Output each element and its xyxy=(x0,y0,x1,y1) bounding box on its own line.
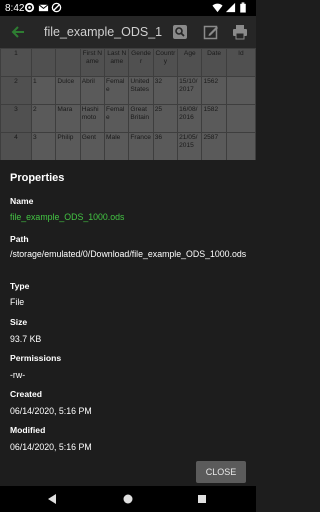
table-cell xyxy=(225,104,256,133)
file-title: file_example_ODS_1000.ods xyxy=(44,25,162,39)
table-cell: 25 xyxy=(152,104,179,133)
print-icon[interactable] xyxy=(232,24,248,40)
name-value: file_example_ODS_1000.ods xyxy=(10,212,125,222)
row-number: 1 xyxy=(0,48,33,77)
modified-value: 06/14/2020, 5:16 PM xyxy=(10,442,92,452)
permissions-value: -rw- xyxy=(10,370,26,380)
table-cell: Philip xyxy=(55,132,81,160)
header-cell: Age xyxy=(177,48,203,77)
header-cell xyxy=(55,48,81,77)
home-circle-icon[interactable] xyxy=(121,492,135,506)
search-icon[interactable] xyxy=(172,24,188,40)
table-cell: Dulce xyxy=(55,76,81,105)
table-cell: 21/05/2015 xyxy=(177,132,203,160)
row-number: 4 xyxy=(0,132,33,160)
created-value: 06/14/2020, 5:16 PM xyxy=(10,406,92,416)
table-cell: Abril xyxy=(79,76,106,105)
table-cell xyxy=(225,76,256,105)
back-triangle-icon[interactable] xyxy=(45,492,59,506)
header-cell: Last Name xyxy=(104,48,130,77)
header-cell: Date xyxy=(201,48,227,77)
table-cell: 36 xyxy=(152,132,179,160)
header-cell: Country xyxy=(152,48,179,77)
table-cell: 2587 xyxy=(201,132,227,160)
size-value: 93.7 KB xyxy=(10,334,42,344)
status-time: 8:42 xyxy=(5,3,25,14)
dialog-title: Properties xyxy=(10,172,65,184)
dnd-icon xyxy=(51,2,62,13)
table-cell xyxy=(225,132,256,160)
table-cell: Female xyxy=(104,104,130,133)
table-cell: Hashimoto xyxy=(79,104,106,133)
close-button[interactable]: CLOSE xyxy=(196,461,246,483)
header-cell: Id xyxy=(225,48,256,77)
modified-label: Modified xyxy=(10,425,46,435)
status-bar: 8:42 xyxy=(0,0,256,16)
recents-square-icon[interactable] xyxy=(195,492,209,506)
wifi-icon xyxy=(212,3,223,13)
permissions-label: Permissions xyxy=(10,353,62,363)
table-cell: 2 xyxy=(31,104,57,133)
table-cell: 1 xyxy=(31,76,57,105)
table-cell: Mara xyxy=(55,104,81,133)
header-cell: First Name xyxy=(79,48,106,77)
type-label: Type xyxy=(10,281,30,291)
table-cell: France xyxy=(128,132,154,160)
gear-icon xyxy=(24,2,35,13)
table-cell: Great Britain xyxy=(128,104,154,133)
properties-dialog: Properties Name file_example_ODS_1000.od… xyxy=(0,160,256,486)
table-cell: 16/08/2016 xyxy=(177,104,203,133)
app-bar: file_example_ODS_1000.ods xyxy=(0,16,256,48)
spreadsheet-preview: 1 First Name Last Name Gender Country Ag… xyxy=(0,48,256,160)
name-label: Name xyxy=(10,196,34,206)
row-number: 2 xyxy=(0,76,33,105)
table-cell: Male xyxy=(104,132,130,160)
row-number: 3 xyxy=(0,104,33,133)
edit-icon[interactable] xyxy=(203,24,219,40)
table-row: 2 1 Dulce Abril Female United States 32 … xyxy=(0,76,256,105)
path-value: /storage/emulated/0/Download/file_exampl… xyxy=(10,249,247,259)
path-label: Path xyxy=(10,234,29,244)
table-cell: Gent xyxy=(79,132,106,160)
sheet-table: 1 First Name Last Name Gender Country Ag… xyxy=(0,48,256,160)
battery-icon xyxy=(240,2,246,13)
table-cell: 1582 xyxy=(201,104,227,133)
type-value: File xyxy=(10,297,25,307)
size-label: Size xyxy=(10,317,28,327)
table-cell: 32 xyxy=(152,76,179,105)
table-cell: 15/10/2017 xyxy=(177,76,203,105)
back-arrow-icon[interactable] xyxy=(10,24,26,40)
header-cell: Gender xyxy=(128,48,154,77)
table-cell: United States xyxy=(128,76,154,105)
navigation-bar xyxy=(0,486,256,512)
table-row: 4 3 Philip Gent Male France 36 21/05/201… xyxy=(0,132,256,160)
signal-icon xyxy=(225,2,236,13)
mail-icon xyxy=(38,4,49,12)
header-cell xyxy=(31,48,57,77)
table-row: 3 2 Mara Hashimoto Female Great Britain … xyxy=(0,104,256,133)
table-row: 1 First Name Last Name Gender Country Ag… xyxy=(0,48,256,77)
table-cell: Female xyxy=(104,76,130,105)
created-label: Created xyxy=(10,389,42,399)
table-cell: 3 xyxy=(31,132,57,160)
table-cell: 1562 xyxy=(201,76,227,105)
